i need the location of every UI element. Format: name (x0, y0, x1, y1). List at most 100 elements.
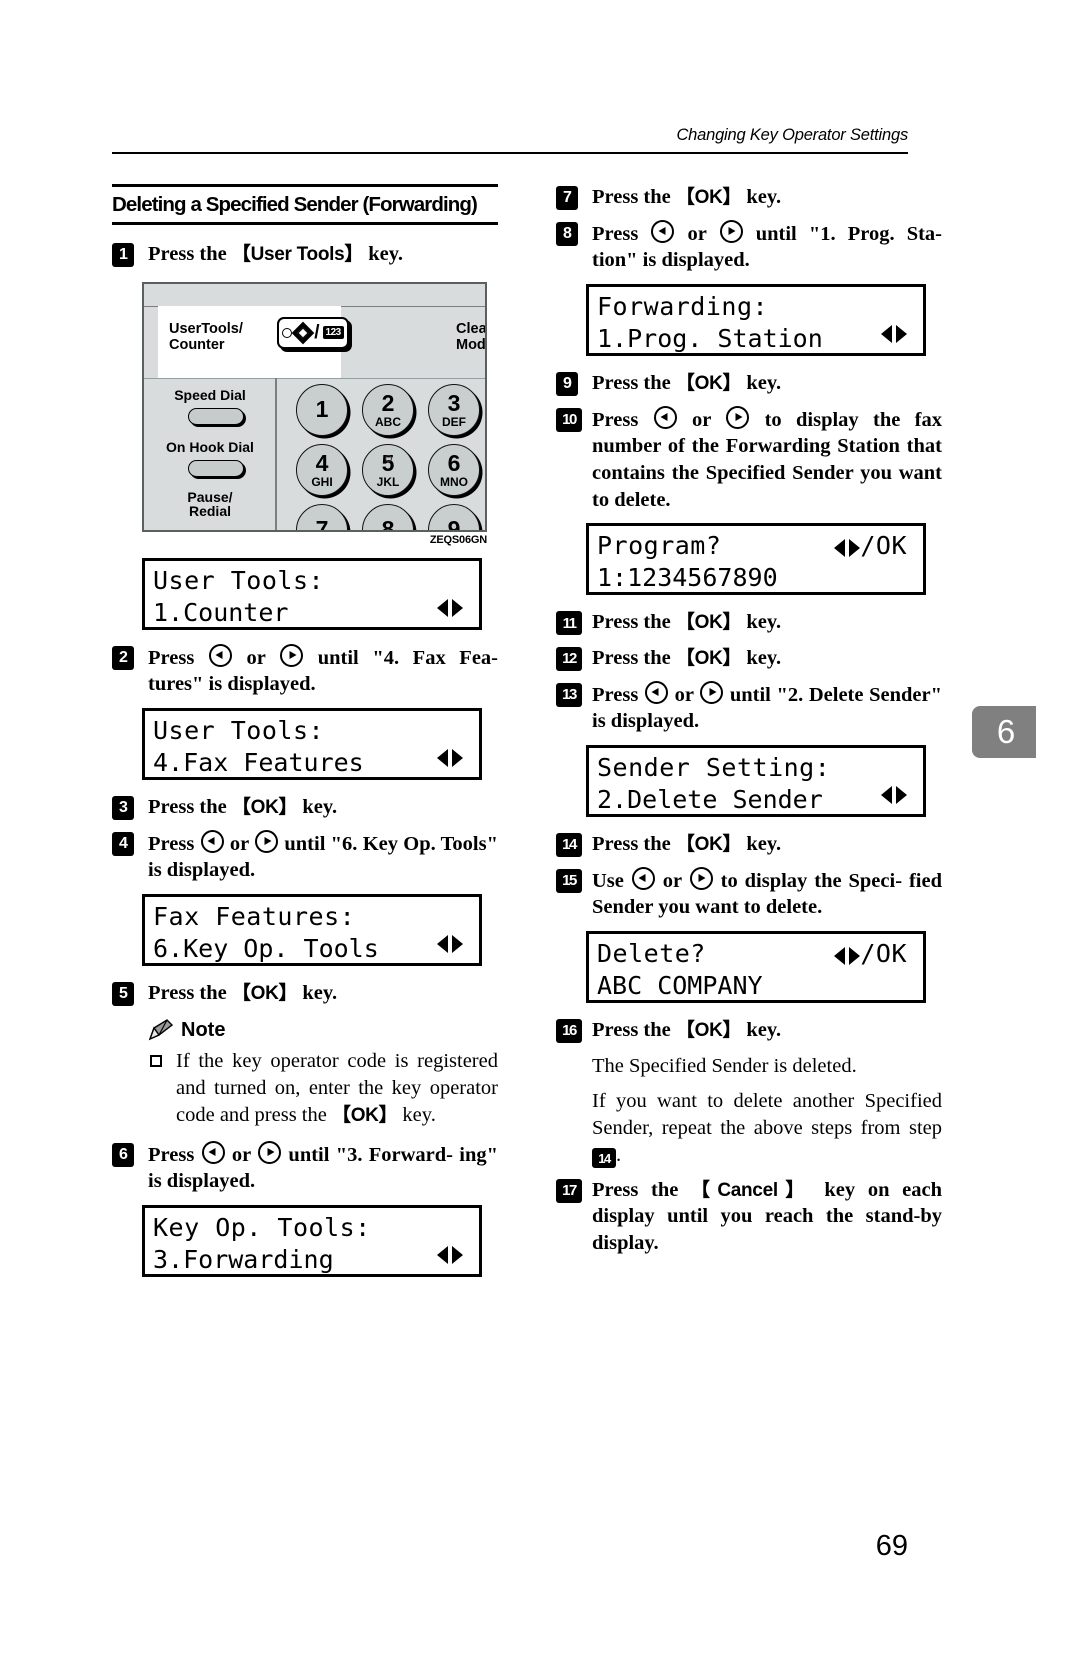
right-arrow-key-icon (726, 405, 750, 429)
section-title: Deleting a Specified Sender (Forwarding) (112, 193, 478, 216)
step-text-before: Press the (148, 243, 232, 265)
lcd-line-2: 3.Forwarding (153, 1245, 334, 1275)
step-number: 14 (556, 832, 582, 857)
step-text: Press the 【OK】 key. (148, 795, 338, 818)
step-text: Press the 【OK】 key. (592, 186, 782, 208)
speed-dial-key[interactable] (188, 407, 244, 425)
numeric-key-5[interactable]: 5 JKL (362, 443, 414, 496)
right-arrow-key-icon (689, 866, 713, 890)
numeric-key-4[interactable]: 4 GHI (296, 443, 348, 496)
lcd-display-fax-features: User Tools: 4.Fax Features (142, 707, 482, 780)
step-number: 13 (556, 682, 582, 707)
left-right-ok-indicator: /OK (834, 938, 907, 970)
lcd-line-2: 6.Key Op. Tools (153, 933, 379, 963)
right-column: 7 Press the 【OK】 key. 8 Press or until "… (556, 184, 942, 1266)
left-right-arrows-icon (437, 933, 463, 953)
section-rule-bottom (112, 222, 498, 225)
keycap-cancel: 【Cancel】 (691, 1179, 812, 1201)
clear-modes-label: Clea Mod (456, 320, 487, 353)
lcd-line-2-wrap: 1.Counter (153, 597, 471, 629)
running-header: Changing Key Operator Settings (676, 126, 908, 144)
left-right-arrows-icon (437, 597, 463, 617)
numeric-key-6[interactable]: 6 MNO (428, 443, 480, 496)
step-number: 3 (112, 795, 134, 820)
step-8: 8 Press or until "1. Prog. Sta- tion" is… (556, 219, 942, 274)
numeric-key-7[interactable]: 7 (296, 503, 348, 530)
step-12: 12 Press the 【OK】 key. (556, 645, 942, 672)
left-arrow-key-icon (651, 219, 675, 243)
left-arrow-key-icon (631, 866, 655, 890)
step-number: 10 (556, 407, 582, 432)
step-text: Press or to display the fax number of th… (592, 405, 942, 514)
step-number: 2 (112, 645, 134, 670)
control-panel-illustration: UserTools/ Counter / 123 Clea Mod Speed … (142, 281, 487, 532)
lcd-display-forwarding: Key Op. Tools: 3.Forwarding (142, 1205, 482, 1278)
lcd-line-2: 1.Prog. Station (597, 323, 823, 353)
step-number: 1 (112, 243, 134, 267)
lcd-line-1: Fax Features: (153, 901, 356, 931)
left-right-arrows-icon (834, 946, 861, 965)
keycap-ok: 【OK】 (675, 833, 742, 855)
lcd-line-1: Sender Setting: (597, 752, 831, 782)
keycap-ok: 【OK】 (675, 372, 742, 394)
user-tools-counter-key[interactable]: / 123 (277, 316, 349, 349)
lcd-line-2-wrap: 2.Delete Sender (597, 784, 915, 816)
chapter-tab: 6 (972, 706, 1036, 758)
left-right-arrows-icon (834, 539, 861, 558)
numeric-key-8[interactable]: 8 (362, 503, 414, 530)
step-number: 9 (556, 371, 578, 396)
step-text: Press the 【OK】 key. (592, 611, 782, 634)
lcd-line-1-wrap: Delete? /OK (597, 938, 915, 970)
numeric-key-1[interactable]: 1 (296, 383, 348, 436)
right-arrow-key-icon (719, 219, 743, 243)
lcd-line-2: 4.Fax Features (153, 747, 364, 777)
lcd-line-2: 1:1234567890 (597, 563, 778, 593)
lcd-line-2-wrap: 1.Prog. Station (597, 323, 915, 355)
lcd-line-2: 2.Delete Sender (597, 784, 823, 814)
lcd-display-user-tools-counter: User Tools: 1.Counter (142, 557, 482, 630)
keycap-ok: 【OK】 (231, 796, 298, 818)
lcd-line-1: Forwarding: (597, 291, 769, 321)
step-text: Press the 【OK】 key. (148, 981, 338, 1004)
step-text: Press or until "2. Delete Sender" is dis… (592, 680, 942, 735)
lcd-line-2-wrap: 3.Forwarding (153, 1244, 471, 1276)
note-bullet-icon (150, 1054, 162, 1067)
ok-suffix: /OK (860, 531, 907, 561)
page-number: 69 (875, 1530, 908, 1562)
step-14: 14 Press the 【OK】 key. (556, 831, 942, 858)
keycap-user-tools: 【User Tools】 (231, 244, 364, 265)
step-number: 17 (556, 1178, 582, 1203)
step-text: Press the 【OK】 key. (592, 832, 782, 855)
lcd-line-1: Key Op. Tools: (153, 1213, 371, 1243)
left-arrow-key-icon (201, 1140, 225, 1164)
note-text-tail: key. (397, 1103, 436, 1126)
lcd-line-1: Delete? (597, 938, 706, 968)
step-17: 17 Press the 【Cancel】 key on each displa… (556, 1177, 942, 1257)
lcd-display-program: Program? /OK 1:1234567890 (586, 523, 926, 596)
left-arrow-key-icon (644, 680, 668, 704)
step-text: Press or until "3. Forward- ing" is disp… (148, 1140, 498, 1195)
panel-horizontal-rule (144, 377, 485, 380)
header-rule (112, 152, 908, 154)
note-item: If the key operator code is registered a… (148, 1048, 498, 1129)
step-7: 7 Press the 【OK】 key. (556, 184, 942, 211)
left-arrow-key-icon (653, 405, 677, 429)
right-arrow-key-icon (258, 1140, 282, 1164)
panel-top-strip (144, 283, 485, 307)
on-hook-dial-key[interactable] (188, 459, 244, 477)
numeric-key-9[interactable]: 9 (428, 503, 480, 530)
lcd-line-1: User Tools: (153, 565, 325, 595)
manual-page: Changing Key Operator Settings 6 69 Dele… (0, 0, 1080, 1669)
left-arrow-key-icon (200, 829, 224, 853)
left-arrow-key-icon (208, 643, 232, 667)
user-tools-diamond-icon (291, 321, 315, 345)
left-right-arrows-icon (881, 323, 907, 343)
step-number: 7 (556, 186, 578, 210)
left-column: Deleting a Specified Sender (Forwarding)… (112, 184, 498, 1291)
lcd-line-1: Program? (597, 531, 722, 561)
numeric-key-2[interactable]: 2 ABC (362, 383, 414, 436)
numeric-key-3[interactable]: 3 DEF (428, 383, 480, 436)
figure-code: ZEQS06GN (429, 533, 487, 546)
step-5: 5 Press the 【OK】 key. (112, 980, 498, 1007)
step-number: 8 (556, 221, 578, 246)
